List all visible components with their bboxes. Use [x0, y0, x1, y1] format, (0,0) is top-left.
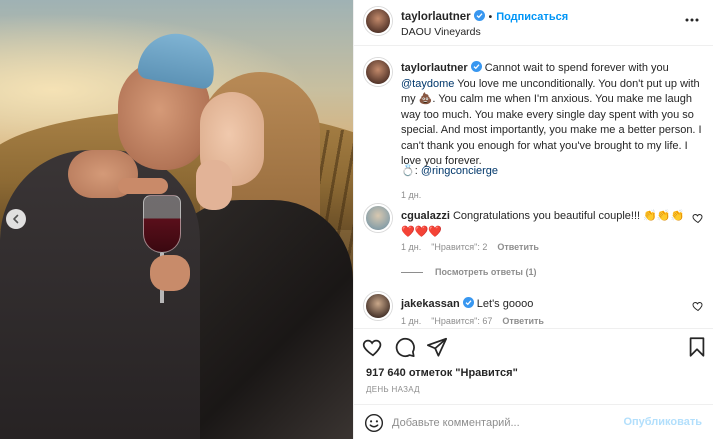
comment-reply-button[interactable]: Ответить — [497, 242, 539, 252]
share-icon — [426, 337, 448, 357]
replies-divider — [401, 272, 423, 274]
comment-time[interactable]: 1 дн. — [401, 316, 421, 326]
like-button[interactable] — [362, 336, 384, 358]
publish-button[interactable]: Опубликовать — [623, 416, 702, 428]
bookmark-icon — [689, 337, 705, 357]
ring-emoji: 💍 — [401, 165, 415, 177]
comment-text: Let's goooo — [476, 298, 534, 310]
comment-body: cgualazzi Congratulations you beautiful … — [401, 208, 691, 240]
caption-ring-line: 💍: @ringconcierge — [401, 165, 499, 177]
post-side-panel: taylorlautner • Подписаться DAOU Vineyards… — [353, 0, 713, 439]
comment-likes[interactable]: "Нравится": 67 — [431, 316, 492, 326]
chevron-left-icon — [13, 214, 19, 224]
likes-count[interactable]: 917 640 отметок "Нравится" — [366, 367, 518, 379]
more-options-icon — [685, 18, 699, 22]
carousel-prev-button[interactable] — [6, 209, 26, 229]
comment-time[interactable]: 1 дн. — [401, 242, 421, 252]
comment-like-button[interactable] — [692, 212, 704, 224]
comment-button[interactable] — [394, 336, 416, 358]
caption-mention-ringconcierge[interactable]: @ringconcierge — [421, 165, 498, 177]
heart-icon — [362, 339, 382, 357]
post-header: taylorlautner • Подписаться DAOU Vineyards — [354, 0, 713, 46]
save-button[interactable] — [686, 336, 708, 358]
caption-mention-taydome[interactable]: @taydome — [401, 78, 454, 90]
post-actions: 917 640 отметок "Нравится" ДЕНЬ НАЗАД Оп… — [354, 328, 713, 439]
comment-likes[interactable]: "Нравится": 2 — [431, 242, 487, 252]
comment-username[interactable]: cgualazzi — [401, 210, 450, 222]
follow-button[interactable]: Подписаться — [496, 11, 568, 23]
verified-badge-icon — [470, 61, 482, 72]
author-username[interactable]: taylorlautner — [401, 11, 471, 23]
more-options-button[interactable] — [684, 12, 700, 28]
author-avatar[interactable] — [364, 7, 392, 35]
separator-dot: • — [488, 12, 493, 23]
post-location[interactable]: DAOU Vineyards — [401, 26, 481, 38]
heart-icon — [692, 213, 703, 224]
emoji-picker-button[interactable] — [364, 413, 384, 433]
photo-wine-glass — [143, 195, 181, 253]
caption-text-part-1: Cannot wait to spend forever with you — [484, 62, 669, 74]
caption-author-avatar[interactable] — [364, 58, 392, 86]
comment-meta: 1 дн. "Нравится": 2 Ответить — [401, 242, 549, 252]
comment-body: jakekassan Let's goooo — [401, 296, 691, 312]
instagram-post: taylorlautner • Подписаться DAOU Vineyards… — [0, 0, 713, 439]
post-time-ago[interactable]: ДЕНЬ НАЗАД — [366, 385, 420, 394]
caption-text-part-2: You love me unconditionally. You don't p… — [401, 77, 702, 168]
view-replies-label: Посмотреть ответы (1) — [435, 267, 537, 277]
post-photo[interactable] — [0, 0, 353, 439]
verified-badge-icon — [473, 10, 485, 21]
comments-list[interactable]: taylorlautner Cannot wait to spend forev… — [354, 46, 713, 328]
author-username-row: taylorlautner • Подписаться — [401, 10, 568, 23]
smiley-icon — [364, 413, 384, 433]
comment-like-button[interactable] — [692, 300, 704, 312]
photo-woman-hand-ring — [196, 160, 232, 210]
photo-pointing-finger — [118, 178, 168, 194]
add-comment-bar: Опубликовать — [354, 404, 713, 439]
caption-timestamp[interactable]: 1 дн. — [401, 190, 421, 200]
comment-icon — [395, 337, 415, 358]
comment-meta: 1 дн. "Нравится": 67 Ответить — [401, 316, 554, 326]
verified-badge-icon — [462, 297, 474, 308]
comment-reply-button[interactable]: Ответить — [502, 316, 544, 326]
caption-text: taylorlautner Cannot wait to spend forev… — [401, 61, 706, 170]
heart-icon — [692, 301, 703, 312]
add-comment-input[interactable] — [392, 413, 612, 433]
commenter-avatar[interactable] — [364, 204, 392, 232]
share-button[interactable] — [426, 336, 448, 358]
view-replies-button[interactable]: Посмотреть ответы (1) — [401, 267, 536, 277]
caption-username[interactable]: taylorlautner — [401, 62, 468, 74]
comment-username[interactable]: jakekassan — [401, 298, 460, 310]
commenter-avatar[interactable] — [364, 292, 392, 320]
photo-glass-hand — [150, 255, 190, 291]
